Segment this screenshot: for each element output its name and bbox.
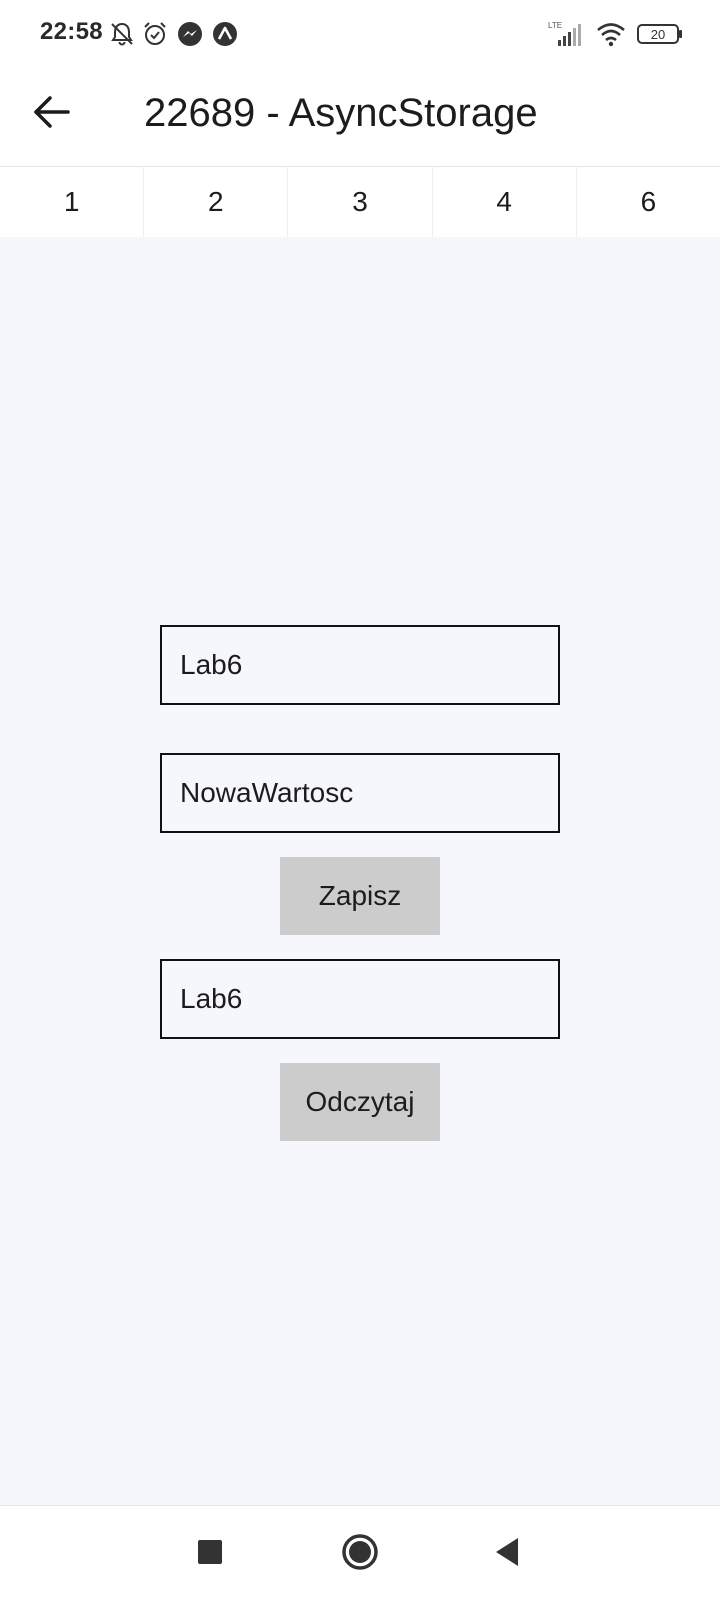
value-input[interactable] — [160, 753, 560, 833]
back-triangle-icon — [496, 1538, 518, 1566]
read-key-input[interactable] — [160, 959, 560, 1039]
tab-1[interactable]: 1 — [0, 167, 145, 237]
content-area: Zapisz Odczytaj — [0, 237, 720, 1505]
status-time: 22:58 — [40, 18, 103, 45]
read-button[interactable]: Odczytaj — [280, 1063, 440, 1141]
recents-button[interactable] — [188, 1530, 232, 1574]
tab-2[interactable]: 2 — [144, 167, 289, 237]
tab-bar: 1 2 3 4 6 — [0, 167, 720, 237]
battery-icon: 20 — [636, 20, 684, 48]
home-circle-icon — [342, 1534, 378, 1570]
network-label: LTE — [548, 21, 562, 30]
alarm-icon — [141, 20, 169, 48]
wifi-icon — [596, 20, 626, 48]
status-bar: 22:58 LTE 20 — [0, 0, 720, 70]
page-title: 22689 - AsyncStorage — [144, 91, 538, 135]
system-nav-bar — [0, 1505, 720, 1601]
tab-3[interactable]: 3 — [288, 167, 433, 237]
bell-off-icon — [108, 20, 136, 48]
app-header: 22689 - AsyncStorage — [0, 70, 720, 166]
signal-icon: LTE — [546, 20, 586, 48]
messenger-icon — [176, 20, 204, 48]
arrow-left-icon — [34, 96, 70, 128]
back-button[interactable] — [28, 88, 76, 136]
recents-square-icon — [198, 1540, 222, 1564]
back-nav-button[interactable] — [486, 1530, 530, 1574]
expo-icon — [211, 20, 239, 48]
tab-6[interactable]: 6 — [577, 167, 720, 237]
home-button[interactable] — [338, 1530, 382, 1574]
key-input[interactable] — [160, 625, 560, 705]
save-button[interactable]: Zapisz — [280, 857, 440, 935]
tab-4[interactable]: 4 — [433, 167, 577, 237]
battery-level: 20 — [651, 27, 665, 42]
